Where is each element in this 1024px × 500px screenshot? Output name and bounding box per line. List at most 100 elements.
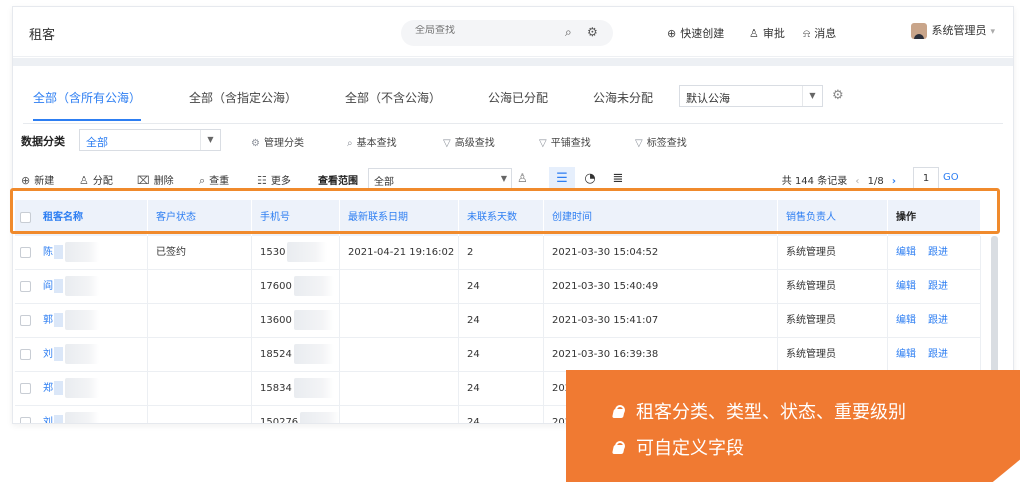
row-checkbox[interactable] [20, 247, 31, 258]
cell-text: 系统管理员 [786, 247, 836, 258]
edit-link[interactable]: 编辑 [896, 247, 916, 258]
tab-sea-assigned[interactable]: 公海已分配 [488, 87, 548, 121]
chevron-down-icon: ▼ [500, 174, 507, 183]
tab-all-including-sea[interactable]: 全部（含所有公海） [33, 87, 142, 121]
duplicate-check-button[interactable]: ⌕ 查重 [199, 172, 229, 188]
search-input[interactable] [415, 25, 545, 36]
user-icon: ♙ [79, 174, 89, 187]
sea-select[interactable]: 默认公海 ▼ [679, 85, 823, 107]
row-checkbox[interactable] [20, 315, 31, 326]
cell-name[interactable]: 郑 [35, 372, 148, 406]
cell-status: 已签约 [148, 236, 252, 270]
select-all-checkbox[interactable] [20, 212, 31, 223]
redacted-mask [65, 242, 99, 262]
settings-icon[interactable]: ⚙ [832, 88, 844, 103]
vertical-scrollbar[interactable] [991, 236, 998, 376]
row-checkbox[interactable] [20, 417, 31, 423]
cell-text: 系统管理员 [786, 315, 836, 326]
user-check-icon: ♙ [749, 27, 759, 40]
cell-created: 2021-03-30 16:39:38 [544, 338, 778, 372]
edit-link[interactable]: 编辑 [896, 349, 916, 360]
cell-phone: 15834 [252, 372, 340, 406]
row-checkbox[interactable] [20, 281, 31, 292]
gear-icon[interactable]: ⚙ [587, 25, 598, 39]
manage-category-link[interactable]: ⚙ 管理分类 [251, 134, 304, 149]
scope-select[interactable]: 全部 ▼ [368, 168, 512, 190]
redacted-mask [54, 279, 63, 293]
table-row[interactable]: 刘 18524 24 2021-03-30 16:39:38 系统管理员 编辑 跟进 [15, 338, 981, 372]
tag-search-link[interactable]: ▽ 标签查找 [635, 134, 687, 149]
user-menu[interactable]: 系统管理员 ▾ [911, 22, 995, 39]
row-checkbox[interactable] [20, 349, 31, 360]
cell-name[interactable]: 阎 [35, 270, 148, 304]
cell-days: 24 [459, 270, 544, 304]
tab-bar: 全部（含所有公海） 全部（含指定公海） 全部（不含公海） 公海已分配 公海未分配 [13, 87, 1013, 123]
search-icon: ⌕ [347, 138, 353, 149]
col-name[interactable]: 租客名称 [35, 200, 148, 236]
category-select[interactable]: 全部 ▼ [79, 129, 221, 151]
gear-icon: ⚙ [251, 138, 260, 149]
cell-status [148, 406, 252, 423]
basic-search-link[interactable]: ⌕ 基本查找 [347, 134, 397, 149]
redacted-mask [293, 276, 334, 296]
table-row[interactable]: 陈 已签约 1530 2021-04-21 19:16:02 2 2021-03-30 1… [15, 236, 981, 270]
tab-all-excluding-sea[interactable]: 全部（不含公海） [345, 87, 441, 121]
tiled-search-link[interactable]: ▽ 平铺查找 [539, 134, 591, 149]
tab-all-specified-sea[interactable]: 全部（含指定公海） [189, 87, 297, 121]
redacted-mask [293, 378, 334, 398]
col-days[interactable]: 未联系天数 [459, 200, 544, 236]
row-checkbox[interactable] [20, 383, 31, 394]
follow-up-link[interactable]: 跟进 [928, 349, 948, 360]
follow-up-link[interactable]: 跟进 [928, 281, 948, 292]
col-actions: 操作 [888, 200, 981, 236]
cell-text: 郭 [43, 315, 53, 326]
search-icon: ⌕ [199, 174, 206, 187]
user-select-icon[interactable]: ♙ [517, 171, 528, 185]
cell-text: 15834 [260, 383, 292, 394]
cell-text: 150276 [260, 417, 299, 424]
cell-name[interactable]: 刘 [35, 406, 148, 423]
cell-text: 2021-03-30 16:39:38 [552, 349, 659, 360]
go-button[interactable]: GO [943, 172, 959, 183]
more-button[interactable]: ☷ 更多 [257, 172, 291, 187]
col-status[interactable]: 客户状态 [148, 200, 252, 236]
delete-button[interactable]: ⌧ 删除 [137, 172, 174, 187]
next-page-icon[interactable]: › [892, 176, 896, 187]
cell-name[interactable]: 郭 [35, 304, 148, 338]
col-phone[interactable]: 手机号 [252, 200, 340, 236]
assign-button[interactable]: ♙ 分配 [79, 172, 113, 187]
pagination: 共 144 条记录 ‹ 1/8 › [782, 172, 901, 187]
quick-create-button[interactable]: ⊕ 快速创建 [667, 25, 724, 41]
col-last-contact[interactable]: 最新联系日期 [340, 200, 459, 236]
edit-link[interactable]: 编辑 [896, 315, 916, 326]
edit-link[interactable]: 编辑 [896, 281, 916, 292]
cell-text: 2 [467, 247, 474, 258]
search-icon[interactable]: ⌕ [565, 25, 572, 40]
cell-text: 1530 [260, 247, 286, 258]
page-number-input[interactable] [913, 167, 939, 189]
cell-name[interactable]: 陈 [35, 236, 148, 270]
list-view-button[interactable]: ☰ [549, 167, 575, 191]
user-bullet-icon [612, 405, 626, 419]
col-created[interactable]: 创建时间 [544, 200, 778, 236]
global-search[interactable]: ⌕ ⚙ [401, 20, 613, 46]
advanced-search-link[interactable]: ▽ 高级查找 [443, 134, 495, 149]
divider [23, 123, 1003, 124]
table-row[interactable]: 阎 17600 24 2021-03-30 15:40:49 系统管理员 编辑 跟进 [15, 270, 981, 304]
approve-button[interactable]: ♙ 审批 [749, 25, 785, 41]
col-owner[interactable]: 销售负责人 [778, 200, 888, 236]
cell-name[interactable]: 刘 [35, 338, 148, 372]
cell-text: 17600 [260, 281, 292, 292]
new-button[interactable]: ⊕ 新建 [21, 172, 54, 187]
cell-text: 陈 [43, 247, 53, 258]
tab-sea-unassigned[interactable]: 公海未分配 [593, 87, 653, 121]
follow-up-link[interactable]: 跟进 [928, 247, 948, 258]
chevron-down-icon: ▼ [200, 130, 220, 150]
globe-view-button[interactable]: ◔ [577, 167, 603, 191]
redacted-mask [300, 412, 339, 423]
prev-page-icon[interactable]: ‹ [855, 176, 859, 187]
filter-view-button[interactable]: ≣ [605, 167, 631, 191]
table-row[interactable]: 郭 13600 24 2021-03-30 15:41:07 系统管理员 编辑 跟进 [15, 304, 981, 338]
messages-button[interactable]: ⍾ 消息 [803, 25, 836, 41]
follow-up-link[interactable]: 跟进 [928, 315, 948, 326]
